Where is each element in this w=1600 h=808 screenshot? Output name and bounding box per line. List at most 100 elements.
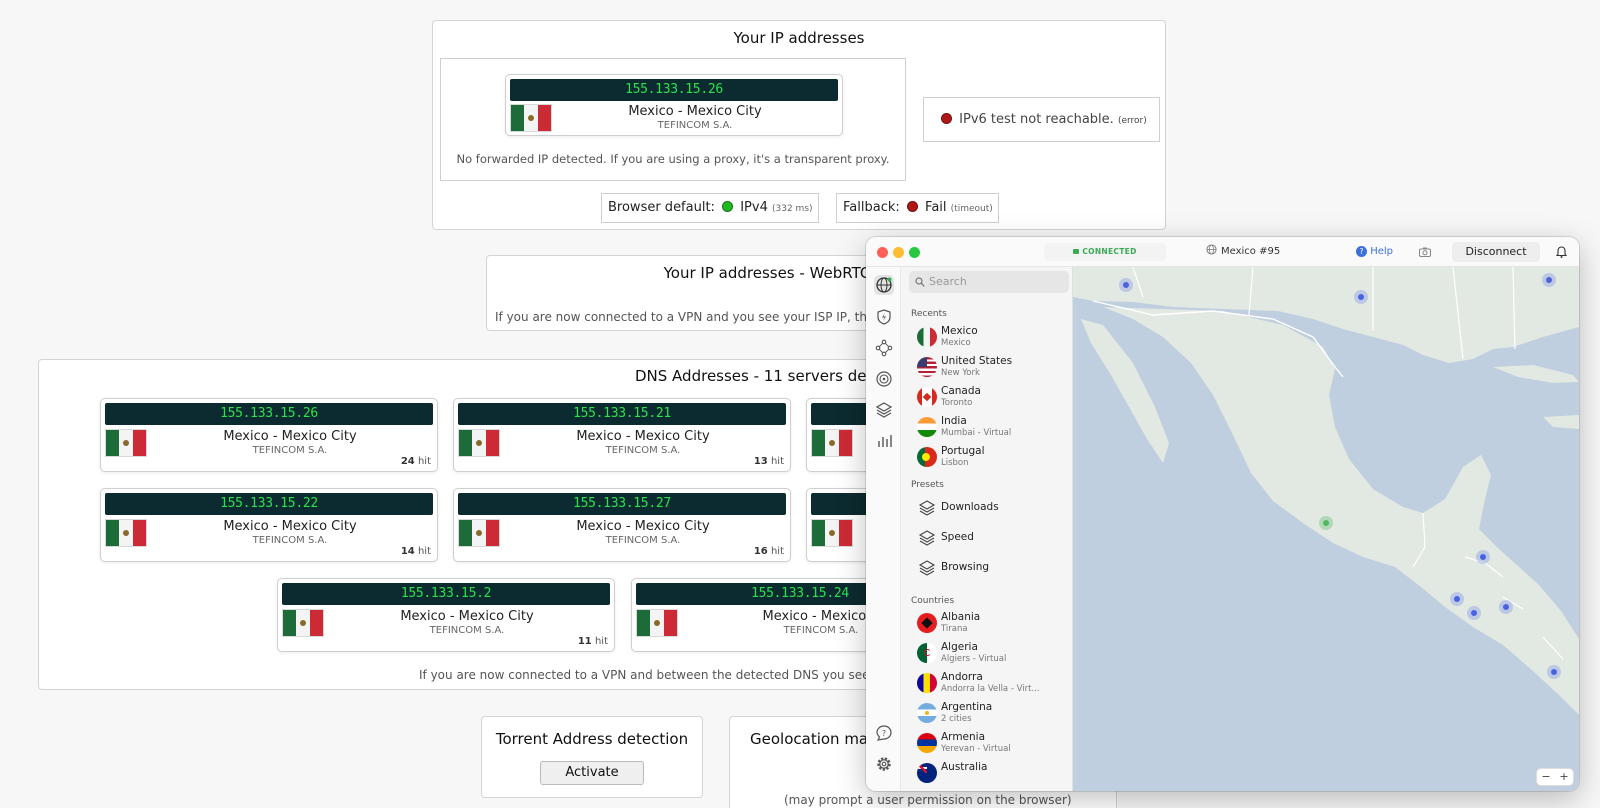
- server-pin[interactable]: [1467, 606, 1481, 620]
- dns-isp: TEFINCOM S.A.: [605, 535, 681, 546]
- item-sub: Andorra la Vella - Virt...: [941, 684, 1040, 694]
- country-item-algeria[interactable]: Algeria Algiers - Virtual: [917, 639, 1067, 667]
- title-bar: CONNECTED Mexico #95 ? Help Disconnect: [866, 237, 1579, 267]
- nav-meshnet[interactable]: [874, 338, 894, 358]
- bell-icon[interactable]: [1556, 246, 1567, 258]
- mexico-flag-icon: [811, 519, 853, 547]
- ip-panel-title: Your IP addresses: [733, 29, 865, 47]
- zoom-out-button[interactable]: −: [1541, 769, 1550, 785]
- server-pin[interactable]: [1476, 550, 1490, 564]
- dns-hits: 24 hit: [400, 456, 431, 467]
- server-pin[interactable]: [1547, 665, 1561, 679]
- mexico-flag-icon: [510, 104, 552, 132]
- search-icon: [915, 277, 925, 287]
- dns-hits: 16 hit: [753, 546, 784, 557]
- item-sub: Mexico: [941, 338, 971, 348]
- globe-icon: [1206, 244, 1217, 255]
- fallback-chip: Fallback: Fail (timeout): [836, 193, 999, 223]
- country-item-australia[interactable]: Australia: [917, 759, 1067, 787]
- browser-default-ms: (332 ms): [772, 204, 813, 214]
- nav-settings[interactable]: [874, 754, 894, 774]
- item-name: Speed: [941, 531, 974, 543]
- item-name: Albania: [941, 611, 981, 623]
- ip-address[interactable]: 155.133.15.26: [510, 79, 838, 101]
- ip-addresses-panel: Your IP addresses 155.133.15.26 Mexico -…: [432, 20, 1166, 230]
- geo-title: Geolocation map: [750, 730, 878, 748]
- camera-icon[interactable]: [1419, 247, 1431, 257]
- nav-threat-protection[interactable]: [874, 307, 894, 327]
- server-pin[interactable]: [1499, 600, 1513, 614]
- server-item-united-states[interactable]: United States New York: [917, 353, 1067, 381]
- item-name: Australia: [941, 761, 988, 773]
- preset-downloads[interactable]: Downloads: [917, 494, 1067, 522]
- country-item-armenia[interactable]: Armenia Yerevan - Virtual: [917, 729, 1067, 757]
- bar-chart-icon: [878, 435, 892, 447]
- dns-isp: TEFINCOM S.A.: [429, 625, 505, 636]
- svg-text:?: ?: [882, 729, 886, 738]
- dns-hits: 13 hit: [753, 456, 784, 467]
- dns-server-card: 155.133.15.21 Mexico - Mexico City TEFIN…: [453, 398, 791, 472]
- server-pin[interactable]: [1119, 278, 1133, 292]
- current-server[interactable]: Mexico #95: [1206, 242, 1280, 262]
- server-item-portugal[interactable]: Portugal Lisbon: [917, 443, 1067, 471]
- server-item-canada[interactable]: Canada Toronto: [917, 383, 1067, 411]
- server-item-mexico[interactable]: Mexico Mexico: [917, 323, 1067, 351]
- dns-hits: 11 hit: [577, 636, 608, 647]
- zoom-in-button[interactable]: +: [1559, 769, 1568, 785]
- status-red-icon: [941, 113, 952, 124]
- countries-label: Countries: [911, 596, 955, 606]
- presets-label: Presets: [911, 480, 944, 490]
- algeria-flag-icon: [917, 643, 937, 663]
- maximize-window-button[interactable]: [909, 247, 920, 258]
- dns-ip[interactable]: 155.133.15.27: [458, 493, 786, 515]
- disconnect-button[interactable]: Disconnect: [1452, 242, 1540, 262]
- ipv6-text: IPv6 test not reachable.: [959, 112, 1114, 127]
- canada-flag-icon: [917, 387, 937, 407]
- dns-location: Mexico - Mexico City: [223, 519, 357, 534]
- nav-rail: ?: [866, 267, 901, 791]
- preset-browsing[interactable]: Browsing: [917, 554, 1067, 582]
- andorra-flag-icon: [917, 673, 937, 693]
- torrent-panel: Torrent Address detection Activate: [481, 716, 703, 798]
- webrtc-note: If you are now connected to a VPN and yo…: [495, 310, 882, 324]
- nav-globe[interactable]: [874, 275, 894, 295]
- dns-ip[interactable]: 155.133.15.21: [458, 403, 786, 425]
- item-name: Argentina: [941, 701, 993, 713]
- torrent-title: Torrent Address detection: [495, 730, 689, 748]
- meshnet-icon: [875, 339, 893, 357]
- status-red-icon: [906, 201, 918, 212]
- active-server-pin[interactable]: [1319, 516, 1333, 530]
- country-item-albania[interactable]: Albania Tirana: [917, 609, 1067, 637]
- gear-icon: [877, 757, 891, 771]
- ip-location: Mexico - Mexico City: [628, 104, 762, 119]
- dns-panel: DNS Addresses - 11 servers dete 155.133.…: [38, 359, 969, 690]
- dns-ip[interactable]: 155.133.15.26: [105, 403, 433, 425]
- country-item-andorra[interactable]: Andorra Andorra la Vella - Virt...: [917, 669, 1067, 697]
- server-pin[interactable]: [1542, 273, 1556, 287]
- dns-location: Mexico - Mexico City: [400, 609, 534, 624]
- search-input[interactable]: Search: [909, 271, 1069, 293]
- nav-statistics[interactable]: [874, 431, 894, 451]
- item-name: Algeria: [941, 641, 978, 653]
- close-window-button[interactable]: [877, 247, 888, 258]
- preset-speed[interactable]: Speed: [917, 524, 1067, 552]
- geo-note: (may prompt a user permission on the bro…: [784, 793, 1072, 807]
- dns-ip[interactable]: 155.133.15.22: [105, 493, 433, 515]
- nav-support[interactable]: ?: [874, 723, 894, 743]
- minimize-window-button[interactable]: [893, 247, 904, 258]
- nav-split-tunneling[interactable]: [874, 400, 894, 420]
- ipv6-note: (error): [1117, 116, 1147, 126]
- zoom-controls: − +: [1537, 769, 1573, 785]
- activate-button[interactable]: Activate: [540, 761, 644, 785]
- vpn-app-window: CONNECTED Mexico #95 ? Help Disconnect ?…: [866, 237, 1579, 791]
- browser-default-value: IPv4: [740, 200, 768, 215]
- server-item-india[interactable]: India Mumbai - Virtual: [917, 413, 1067, 441]
- server-map[interactable]: − +: [1073, 267, 1579, 791]
- dns-ip[interactable]: 155.133.15.2: [282, 583, 610, 605]
- nav-dark-web-monitor[interactable]: [874, 369, 894, 389]
- server-pin[interactable]: [1450, 592, 1464, 606]
- country-item-argentina[interactable]: Argentina 2 cities: [917, 699, 1067, 727]
- help-button[interactable]: ? Help: [1356, 242, 1393, 262]
- server-pin[interactable]: [1354, 290, 1368, 304]
- item-name: Browsing: [941, 561, 990, 573]
